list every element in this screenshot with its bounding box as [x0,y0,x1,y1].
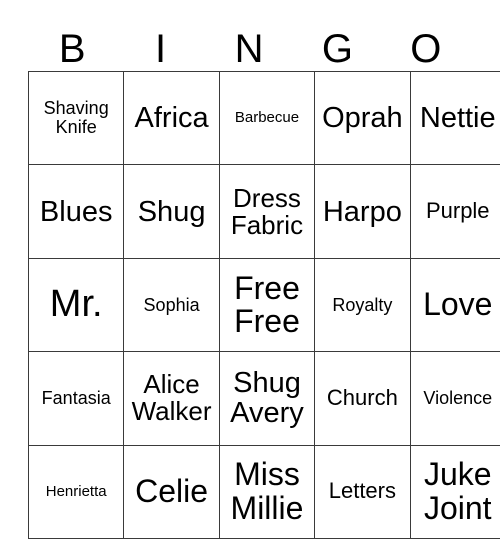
bingo-header-letter-g: G [321,27,353,71]
bingo-cell-label: Church [326,384,398,410]
bingo-cell-label: Royalty [332,294,393,315]
bingo-row: Shaving Knife Africa Barbecue Oprah Nett… [27,70,500,166]
bingo-cell-label: Miss Millie [230,456,304,526]
bingo-cell-label: Celie [135,473,209,510]
bingo-cell[interactable]: Nettie [409,70,500,166]
bingo-cell-label: Alice Walker [131,369,212,427]
bingo-header-letter-b: B [58,27,86,71]
bingo-cell[interactable]: Juke Joint [409,444,500,539]
bingo-card: B I N G O Shaving Knife Africa Barbecue … [27,14,500,539]
bingo-cell[interactable]: Miss Millie [218,444,316,539]
bingo-cell[interactable]: Oprah [314,70,411,166]
bingo-cell-label: Henrietta [45,482,107,500]
bingo-cell[interactable]: Harpo [314,164,411,259]
bingo-header-letter-n: N [234,27,264,71]
bingo-cell[interactable]: Barbecue [218,70,316,166]
bingo-cell[interactable]: Mr. [27,257,125,353]
bingo-cell[interactable]: Shug [123,164,220,259]
bingo-cell-label: Nettie [419,102,496,135]
bingo-cell[interactable]: Alice Walker [123,351,220,446]
bingo-cell[interactable]: Dress Fabric [218,164,316,259]
bingo-cell-label: Juke Joint [423,456,492,526]
bingo-cell-label: Letters [328,478,396,504]
bingo-cell[interactable]: Africa [123,70,220,166]
bingo-cell-label: Purple [425,198,490,224]
bingo-cell[interactable]: Celie [123,444,220,539]
bingo-cell-label: Fantasia [41,388,111,408]
bingo-cell[interactable]: Royalty [314,257,411,353]
bingo-row: Mr. Sophia Free Free Royalty Love [27,257,500,353]
bingo-cell-label: Barbecue [234,109,300,127]
bingo-cell-label: Shug [137,195,206,228]
bingo-cell[interactable]: Purple [409,164,500,259]
bingo-cell[interactable]: Blues [27,164,125,259]
bingo-row: Fantasia Alice Walker Shug Avery Church … [27,351,500,446]
bingo-cell-label: Shug Avery [230,367,304,430]
bingo-cell-label: Mr. [49,283,103,326]
bingo-cell[interactable]: Fantasia [27,351,125,446]
bingo-cell-free[interactable]: Free Free [218,257,316,353]
bingo-header-letter-o: O [410,27,442,71]
bingo-cell[interactable]: Sophia [123,257,220,353]
bingo-cell[interactable]: Violence [409,351,500,446]
bingo-row: Henrietta Celie Miss Millie Letters Juke… [27,444,500,539]
bingo-cell-label: Africa [134,102,209,135]
bingo-header-letter-i: I [155,27,167,71]
bingo-cell-label: Harpo [322,195,402,228]
bingo-cell-label: Blues [39,195,113,228]
bingo-cell-label: Oprah [322,102,403,135]
bingo-cell[interactable]: Letters [314,444,411,539]
bingo-cell[interactable]: Love [409,257,500,353]
bingo-grid: Shaving Knife Africa Barbecue Oprah Nett… [27,70,500,539]
bingo-row: Blues Shug Dress Fabric Harpo Purple [27,164,500,259]
bingo-cell[interactable]: Church [314,351,411,446]
bingo-cell[interactable]: Shaving Knife [27,70,125,166]
bingo-cell-label: Violence [423,388,493,408]
bingo-cell-label: Free Free [234,269,300,339]
bingo-cell-label: Dress Fabric [230,182,304,240]
bingo-cell-label: Sophia [143,294,200,315]
bingo-cell-label: Shaving Knife [43,98,109,138]
bingo-cell[interactable]: Henrietta [27,444,125,539]
bingo-cell-label: Love [423,286,493,323]
bingo-cell[interactable]: Shug Avery [218,351,316,446]
bingo-header: B I N G O [28,14,470,71]
